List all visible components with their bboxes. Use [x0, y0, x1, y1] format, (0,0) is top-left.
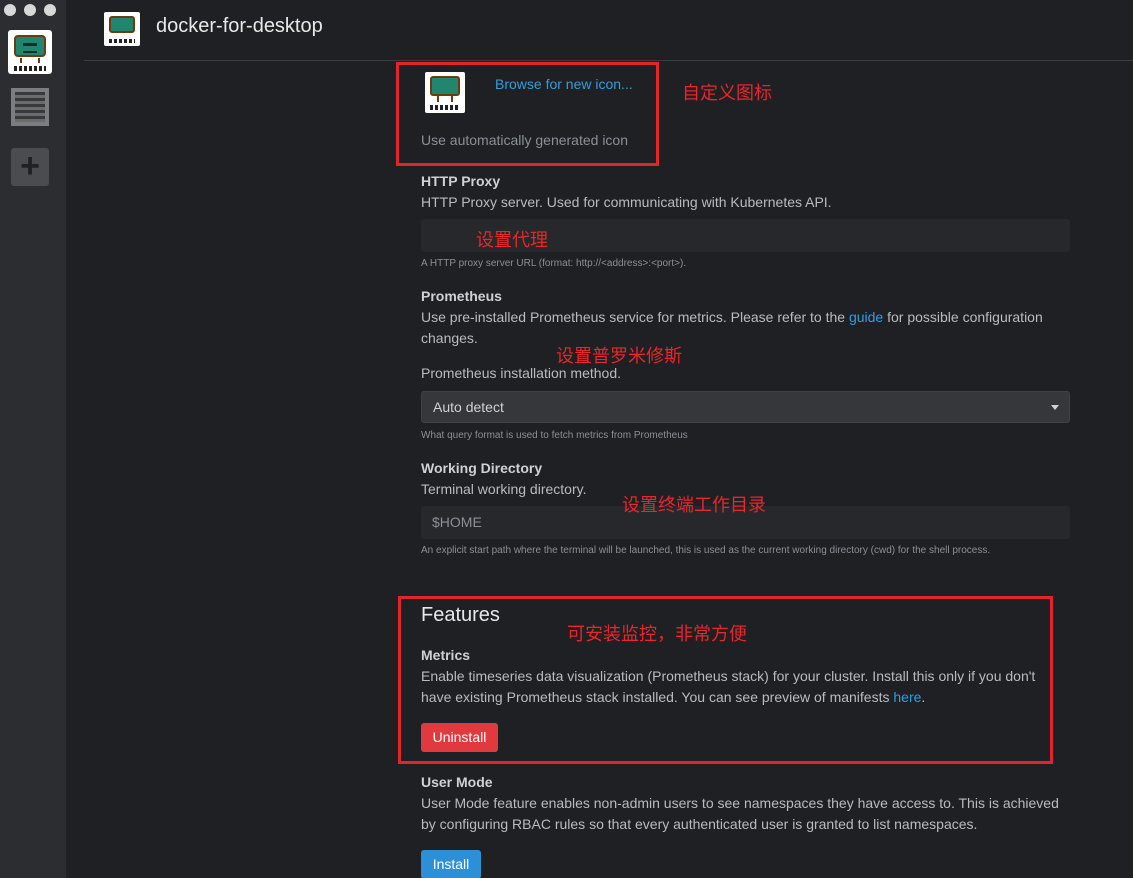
prometheus-hint: What query format is used to fetch metri… — [421, 430, 688, 441]
cluster-icon-caption — [109, 39, 135, 43]
window-minimize-button[interactable] — [24, 4, 36, 16]
cluster-avatar-icon[interactable] — [8, 30, 52, 74]
page-title: docker-for-desktop — [156, 15, 323, 37]
chevron-down-icon — [1051, 405, 1059, 410]
window-close-button[interactable] — [4, 4, 16, 16]
prometheus-method-select[interactable]: Auto detect — [421, 391, 1070, 423]
cluster-rail: + — [0, 0, 66, 878]
working-directory-placeholder: $HOME — [432, 514, 482, 530]
prometheus-label: Prometheus — [421, 288, 502, 304]
annotation-icon: 自定义图标 — [682, 83, 772, 104]
avatar-caption — [14, 66, 46, 71]
user-mode-label: User Mode — [421, 774, 493, 790]
prometheus-description-text: Use pre-installed Prometheus service for… — [421, 309, 849, 325]
working-directory-hint: An explicit start path where the termina… — [421, 545, 991, 556]
http-proxy-hint: A HTTP proxy server URL (format: http://… — [421, 258, 687, 269]
header: docker-for-desktop — [84, 0, 1133, 61]
prometheus-guide-link[interactable]: guide — [849, 309, 883, 325]
http-proxy-label: HTTP Proxy — [421, 173, 501, 189]
add-cluster-button[interactable]: + — [11, 148, 49, 186]
annotation-box-icon — [396, 62, 659, 166]
install-user-mode-button[interactable]: Install — [421, 850, 481, 878]
annotation-prometheus: 设置普罗米修斯 — [556, 346, 682, 367]
qr-code-icon[interactable] — [11, 88, 49, 126]
cluster-icon — [104, 12, 140, 46]
window-zoom-button[interactable] — [44, 4, 56, 16]
annotation-features: 可安装监控，非常方便 — [567, 624, 747, 645]
prometheus-description: Use pre-installed Prometheus service for… — [421, 307, 1051, 349]
http-proxy-description: HTTP Proxy server. Used for communicatin… — [421, 194, 832, 210]
avatar-legs — [20, 58, 40, 63]
annotation-proxy: 设置代理 — [476, 230, 548, 251]
avatar-screen — [14, 35, 46, 57]
user-mode-description: User Mode feature enables non-admin user… — [421, 795, 1059, 832]
cluster-icon-screen — [109, 16, 135, 33]
prometheus-method-value: Auto detect — [433, 399, 504, 415]
annotation-workdir: 设置终端工作目录 — [622, 495, 766, 516]
prometheus-method-label: Prometheus installation method. — [421, 365, 621, 381]
working-directory-label: Working Directory — [421, 460, 543, 476]
